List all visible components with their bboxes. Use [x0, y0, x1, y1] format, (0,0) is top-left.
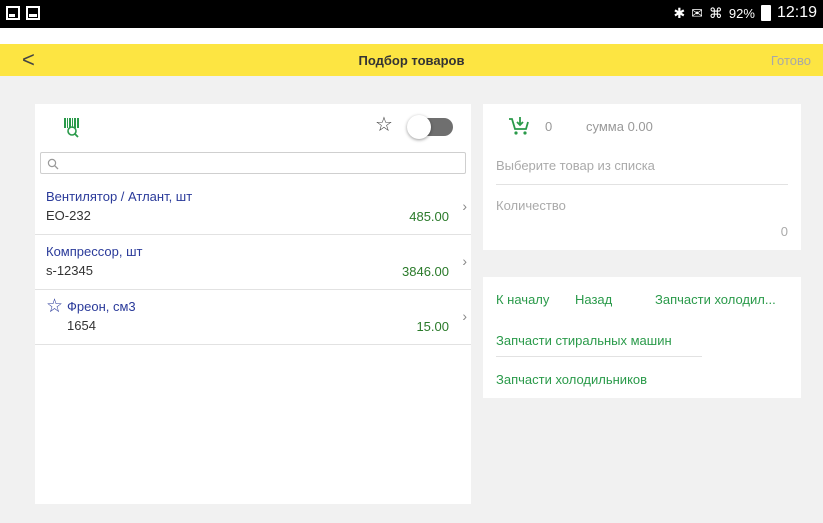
chevron-right-icon: › [462, 198, 467, 214]
screenshot-notification-icon [6, 6, 20, 20]
chevron-right-icon: › [462, 308, 467, 324]
done-button[interactable]: Готово [771, 53, 811, 68]
cart-add-icon[interactable] [508, 116, 530, 141]
search-box[interactable] [40, 152, 466, 174]
cart-panel: 0 сумма 0.00 Выберите товар из списка Ко… [483, 104, 801, 250]
current-group-link[interactable]: Запчасти холодил... [655, 292, 776, 307]
item-price: 15.00 [416, 319, 449, 334]
app-bar: < Подбор товаров Готово [0, 44, 823, 76]
status-left-icons [6, 6, 40, 20]
wifi-icon: ⌘ [708, 4, 723, 21]
select-hint: Выберите товар из списка [496, 158, 655, 173]
item-code: EO-232 [46, 208, 91, 223]
groups-panel: К началу Назад Запчасти холодил... Запча… [483, 277, 801, 398]
item-code: 1654 [67, 318, 96, 333]
workspace: ☆ Вентилятор / Атлант, шт EO-232 485.00 … [0, 76, 823, 523]
item-price: 3846.00 [402, 264, 449, 279]
item-price: 485.00 [409, 209, 449, 224]
window-notification-icon [26, 6, 40, 20]
item-code: s-12345 [46, 263, 93, 278]
item-name: Фреон, см3 [67, 299, 136, 314]
group-item[interactable]: Запчасти стиральных машин [496, 333, 672, 348]
search-input[interactable] [65, 156, 455, 172]
cart-count: 0 [545, 119, 553, 134]
status-bar: ✱ ✉ ⌘ 92% 12:19 [0, 0, 823, 28]
item-name: Вентилятор / Атлант, шт [46, 189, 193, 204]
quantity-value[interactable]: 0 [781, 224, 788, 239]
favorite-star-icon[interactable]: ☆ [46, 295, 63, 318]
search-icon [47, 157, 59, 175]
toggle-knob [407, 115, 431, 139]
clock: 12:19 [776, 4, 817, 21]
barcode-search-icon[interactable] [63, 117, 81, 144]
to-start-link[interactable]: К началу [496, 292, 549, 307]
group-item[interactable]: Запчасти холодильников [496, 372, 647, 387]
divider [496, 356, 702, 357]
list-item[interactable]: Вентилятор / Атлант, шт EO-232 485.00 › [35, 181, 471, 235]
list-item[interactable]: ☆ Фреон, см3 1654 15.00 › [35, 291, 471, 345]
item-name: Компрессор, шт [46, 244, 143, 259]
status-right: ✱ ✉ ⌘ 92% 12:19 [673, 4, 817, 22]
chevron-right-icon: › [462, 253, 467, 269]
quantity-label: Количество [496, 198, 566, 213]
favorites-toggle[interactable] [407, 115, 453, 139]
list-item[interactable]: Компрессор, шт s-12345 3846.00 › [35, 236, 471, 290]
cart-sum: сумма 0.00 [586, 119, 653, 134]
favorites-star-icon[interactable]: ☆ [375, 112, 393, 137]
battery-icon [760, 5, 771, 21]
bluetooth-icon: ✱ [673, 4, 686, 21]
battery-percent: 92% [728, 5, 755, 21]
mute-icon: ✉ [691, 4, 703, 21]
catalog-panel: ☆ Вентилятор / Атлант, шт EO-232 485.00 … [35, 104, 471, 504]
back-link[interactable]: Назад [575, 292, 612, 307]
divider [496, 184, 788, 185]
page-title: Подбор товаров [358, 53, 465, 68]
